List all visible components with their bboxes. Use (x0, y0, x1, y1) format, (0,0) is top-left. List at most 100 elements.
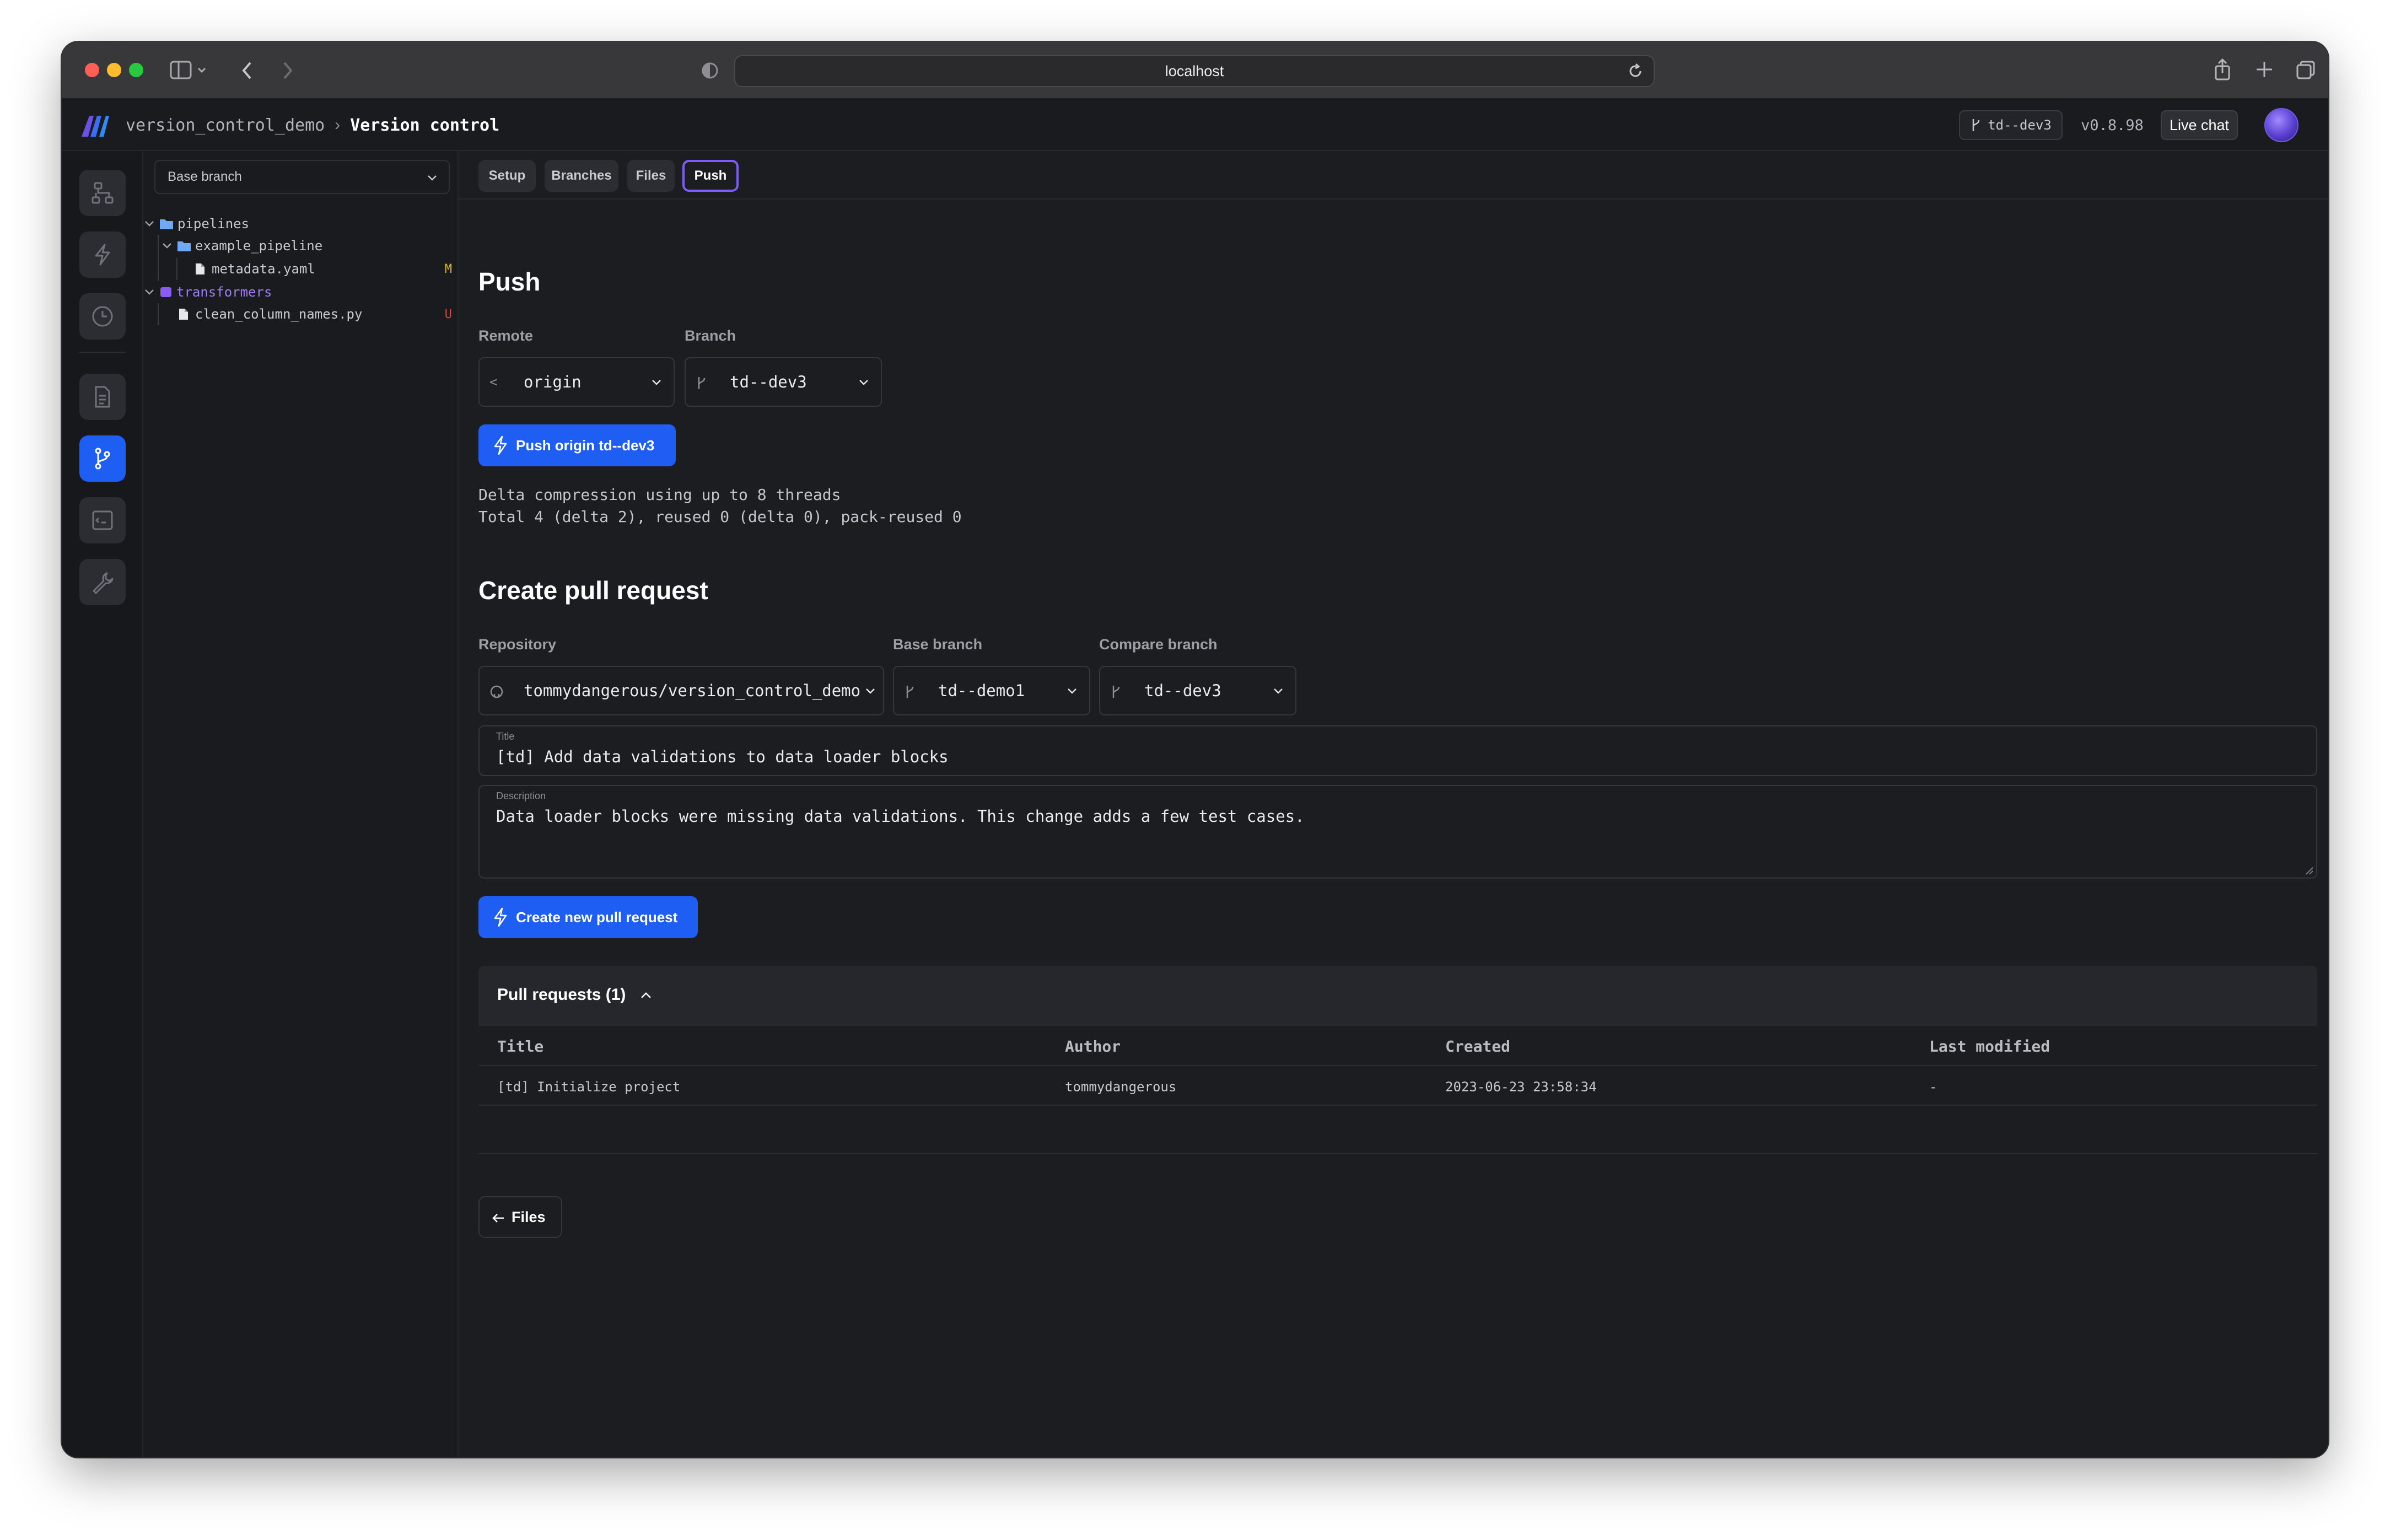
tree-guide-line (158, 235, 159, 281)
rail-divider (79, 352, 126, 353)
pr-title-value: [td] Add data validations to data loader… (496, 747, 949, 766)
folder-icon (177, 241, 191, 251)
resize-handle-icon[interactable] (2303, 864, 2314, 875)
section-divider (478, 1153, 2317, 1154)
current-branch-badge[interactable]: td--dev3 (1959, 110, 2063, 140)
remote-label: Remote (478, 327, 534, 344)
row-title-cell[interactable]: [td] Initialize project (497, 1079, 680, 1095)
tree-item-folder[interactable]: example_pipeline (161, 235, 452, 257)
tree-item-file[interactable]: metadata.yaml M (194, 258, 452, 280)
chevron-down-icon (145, 221, 154, 227)
wrench-icon (93, 572, 114, 594)
chevron-down-icon (163, 243, 171, 249)
folder-icon (160, 219, 173, 229)
transformer-block-icon (160, 287, 171, 297)
url-text: localhost (1165, 62, 1224, 79)
file-tree-panel: Base branch pipelines example_pipeline m… (143, 151, 459, 1457)
create-pr-heading: Create pull request (478, 576, 708, 605)
breadcrumb-separator: › (335, 116, 341, 134)
back-icon[interactable] (239, 60, 256, 84)
tab-overview-icon[interactable] (2295, 60, 2316, 83)
repository-label: Repository (478, 636, 557, 653)
chevron-down-icon (859, 380, 868, 385)
main-content: Setup Branches Files Push Push Remote Br… (459, 151, 2328, 1457)
file-icon (196, 263, 204, 274)
terminal-nav-button[interactable] (79, 497, 126, 543)
pr-title-input[interactable]: Title [td] Add data validations to data … (478, 725, 2317, 776)
browser-window: localhost version_control_demo › Version… (62, 42, 2328, 1457)
triggers-nav-button[interactable] (79, 231, 126, 278)
close-window-button[interactable] (85, 63, 99, 77)
share-icon[interactable] (2213, 57, 2232, 84)
git-status-untracked: U (444, 307, 452, 321)
left-nav-rail (62, 151, 143, 1457)
pipelines-nav-button[interactable] (79, 170, 126, 216)
page-title: Version control (350, 115, 500, 135)
tree-item-label: pipelines (177, 216, 250, 231)
mage-logo-icon[interactable] (80, 114, 109, 141)
pipeline-runs-nav-button[interactable] (79, 293, 126, 340)
pipeline-tree-icon (91, 182, 114, 204)
pr-description-value: Data loader blocks were missing data val… (496, 807, 1305, 826)
forward-icon[interactable] (279, 60, 295, 84)
push-heading: Push (478, 267, 541, 296)
base-branch-select-value: td--demo1 (938, 681, 1025, 700)
table-row[interactable]: [td] Initialize project tommydangerous 2… (478, 966, 2317, 1107)
tree-item-file[interactable]: clean_column_names.py U (177, 303, 452, 325)
chevron-down-icon (652, 380, 661, 385)
push-log-line: Total 4 (delta 2), reused 0 (delta 0), p… (478, 508, 962, 526)
minimize-window-button[interactable] (107, 63, 121, 77)
tree-item-folder[interactable]: pipelines (143, 213, 452, 235)
remote-select-value: origin (524, 373, 582, 391)
row-created-cell: 2023-06-23 23:58:34 (1445, 1079, 1597, 1095)
compare-branch-select-value: td--dev3 (1144, 681, 1221, 700)
back-to-files-button[interactable]: Files (478, 1196, 562, 1238)
tree-item-folder[interactable]: transformers (143, 281, 452, 303)
current-branch-label: td--dev3 (1988, 117, 2052, 133)
pr-title-label: Title (496, 731, 515, 742)
git-branch-icon (95, 448, 110, 470)
tree-guide-line (158, 303, 159, 325)
base-branch-select[interactable]: td--demo1 (893, 666, 1090, 715)
arrow-left-icon (492, 1214, 504, 1223)
chevron-down-icon (1274, 688, 1283, 694)
compare-branch-label: Compare branch (1099, 636, 1218, 653)
tree-item-label: metadata.yaml (212, 261, 315, 277)
repository-select[interactable]: tommydangerous/version_control_demo (478, 666, 884, 715)
breadcrumb-project[interactable]: version_control_demo (126, 116, 325, 135)
branch-select[interactable]: td--dev3 (685, 357, 882, 407)
url-bar[interactable]: localhost (734, 55, 1655, 87)
user-avatar[interactable] (2264, 108, 2299, 142)
clock-icon (92, 306, 113, 327)
maximize-window-button[interactable] (129, 63, 143, 77)
pr-description-textarea[interactable]: Description Data loader blocks were miss… (478, 785, 2317, 879)
sidebar-toggle-icon[interactable] (170, 60, 211, 84)
new-tab-icon[interactable] (2254, 60, 2274, 82)
app-header: version_control_demo › Version control t… (62, 99, 2328, 151)
files-nav-button[interactable] (79, 374, 126, 420)
base-branch-select[interactable]: Base branch (154, 160, 450, 194)
live-chat-button[interactable]: Live chat (2161, 110, 2238, 140)
settings-nav-button[interactable] (79, 559, 126, 605)
push-button[interactable]: Push origin td--dev3 (478, 424, 676, 466)
base-branch-select-label: Base branch (168, 169, 242, 184)
remote-select[interactable]: < origin (478, 357, 675, 407)
create-pr-button[interactable]: Create new pull request (478, 896, 698, 938)
table-bottom-border (478, 1105, 2317, 1106)
tree-guide-line (176, 258, 177, 280)
document-icon (95, 386, 110, 408)
lightning-icon (494, 907, 507, 927)
browser-toolbar: localhost (62, 42, 2328, 99)
branch-select-value: td--dev3 (730, 373, 807, 391)
remote-share-icon: < (489, 374, 498, 390)
reload-icon[interactable] (1627, 63, 1644, 83)
terminal-icon (92, 510, 113, 530)
compare-branch-select[interactable]: td--dev3 (1099, 666, 1296, 715)
base-branch-label: Base branch (893, 636, 983, 653)
pr-description-label: Description (496, 790, 546, 801)
tree-item-label: transformers (176, 284, 272, 300)
version-control-nav-button[interactable] (79, 435, 126, 482)
row-author-cell: tommydangerous (1065, 1079, 1177, 1095)
chevron-down-icon (145, 289, 154, 295)
branch-icon (1112, 686, 1120, 698)
